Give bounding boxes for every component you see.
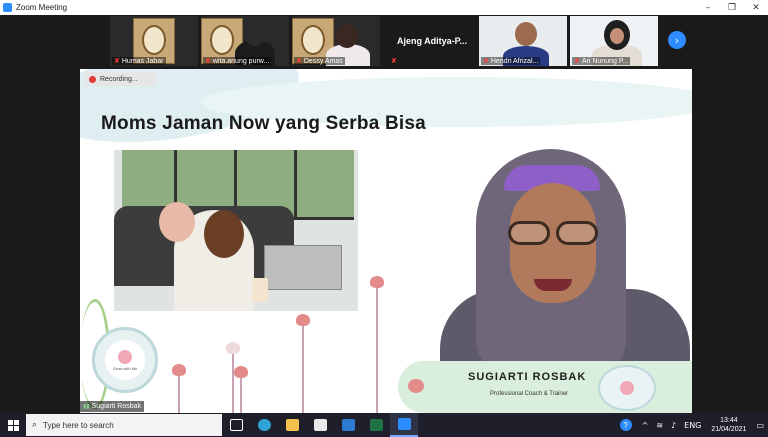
file-explorer-button[interactable] — [278, 413, 306, 437]
mail-icon — [341, 419, 355, 431]
glasses — [508, 221, 600, 247]
speaker-role: Professional Coach & Trainer — [490, 391, 569, 397]
self-view-label: ▮▮ Sugiarti Rosbak — [80, 401, 145, 412]
volume-icon[interactable]: ♪ — [671, 421, 676, 430]
help-icon[interactable]: ? — [619, 419, 632, 431]
participant-tile[interactable]: ✘ Dessy Amas — [292, 16, 380, 66]
logo-text: Grow with Me — [112, 365, 138, 371]
participant-video — [245, 24, 265, 46]
clock-date: 21/04/2021 — [711, 426, 747, 433]
store-icon — [313, 419, 327, 431]
zoom-taskbar-button[interactable] — [390, 413, 418, 437]
participant-tile[interactable]: ✘ wita.anung purw... — [201, 16, 289, 66]
shared-screen: Recording... Moms Jaman Now yang Serba B… — [80, 69, 692, 413]
notification-icon[interactable]: ▭ — [756, 421, 764, 430]
mic-muted-icon: ✘ — [296, 58, 302, 65]
clock[interactable]: 13:44 21/04/2021 — [711, 416, 746, 434]
mic-muted-icon: ✘ — [574, 58, 580, 65]
brand-logo: Grow with Me — [92, 327, 158, 393]
slide-title: Moms Jaman Now yang Serba Bisa — [101, 113, 426, 134]
participant-video — [515, 22, 537, 46]
flower-icon — [620, 381, 634, 395]
edge-button[interactable] — [250, 413, 278, 437]
mic-muted-icon: ✘ — [391, 58, 397, 65]
zoom-window: Zoom Meeting – ❐ ✕ ✘ Humas Jabar ✘ wita.an… — [0, 0, 768, 437]
search-icon: ⌕ — [32, 420, 38, 430]
participant-name: Ajeng Aditya-P... — [396, 36, 467, 46]
zoom-app-icon — [3, 3, 12, 12]
folder-icon — [285, 419, 299, 431]
participant-video — [336, 24, 358, 48]
flower-icon — [118, 349, 132, 364]
window-title: Zoom Meeting — [16, 3, 68, 12]
flower-decoration — [226, 342, 240, 413]
signal-icon: ▮▮ — [83, 404, 90, 410]
participant-tile[interactable]: Ajeng Aditya-P... ✘ — [387, 16, 477, 66]
recording-indicator[interactable]: Recording... — [85, 72, 157, 86]
mic-muted-icon: ✘ — [205, 58, 211, 65]
windows-taskbar: ⌕ Type here to search ? ^ ≋ ♪ ENG 13:44 … — [0, 413, 768, 437]
chevron-up-icon[interactable]: ^ — [642, 421, 649, 430]
flower-decoration — [234, 366, 248, 413]
search-placeholder: Type here to search — [43, 420, 114, 430]
self-view-name: Sugiarti Rosbak — [91, 403, 142, 410]
flower-decoration — [296, 314, 310, 413]
flower-decoration — [172, 364, 186, 413]
flower-icon — [408, 379, 424, 393]
recording-label: Recording... — [100, 75, 138, 83]
excel-icon — [369, 419, 383, 431]
mic-muted-icon: ✘ — [483, 58, 489, 65]
close-button[interactable]: ✕ — [744, 0, 768, 15]
minimize-button[interactable]: – — [696, 0, 720, 15]
wifi-icon[interactable]: ≋ — [656, 421, 663, 430]
participant-strip: ✘ Humas Jabar ✘ wita.anung purw... ✘ Dessy … — [0, 15, 768, 69]
participant-mic: ✘ — [389, 57, 401, 65]
window-controls: – ❐ ✕ — [696, 0, 768, 15]
store-button[interactable] — [306, 413, 334, 437]
participant-name: ✘ Hendri Afrizal... — [481, 57, 541, 65]
start-button[interactable] — [0, 413, 26, 437]
speaker-name: SUGIARTI ROSBAK — [468, 371, 587, 383]
excel-button[interactable] — [362, 413, 390, 437]
chevron-right-icon[interactable]: › — [668, 31, 686, 49]
mic-muted-icon: ✘ — [114, 58, 120, 65]
zoom-icon — [397, 418, 411, 430]
participant-name: ✘ Humas Jabar — [112, 57, 166, 65]
record-dot-icon — [89, 75, 96, 83]
participant-tile[interactable]: ✘ Humas Jabar — [110, 16, 198, 66]
mail-button[interactable] — [334, 413, 362, 437]
windows-logo-icon — [7, 419, 19, 431]
participant-video — [610, 28, 624, 44]
participant-name: ✘ wita.anung purw... — [203, 57, 272, 65]
participant-name: ✘ Dessy Amas — [294, 57, 345, 65]
edge-icon — [257, 419, 271, 431]
brand-logo-small — [598, 365, 656, 411]
taskbar-search[interactable]: ⌕ Type here to search — [26, 414, 222, 436]
slide-photo — [114, 150, 358, 311]
title-bar: Zoom Meeting – ❐ ✕ — [0, 0, 768, 15]
task-view-icon — [229, 419, 243, 431]
system-tray: ? ^ ≋ ♪ ENG 13:44 21/04/2021 ▭ — [619, 413, 768, 437]
task-view-button[interactable] — [222, 413, 250, 437]
participant-tile[interactable]: ✘ Ari Nunung P... — [570, 16, 658, 66]
participant-tile[interactable]: ✘ Hendri Afrizal... — [479, 16, 567, 66]
participant-name: ✘ Ari Nunung P... — [572, 57, 631, 65]
maximize-button[interactable]: ❐ — [720, 0, 744, 15]
language-indicator[interactable]: ENG — [684, 421, 701, 430]
clock-time: 13:44 — [720, 417, 738, 424]
flower-decoration — [370, 276, 384, 413]
